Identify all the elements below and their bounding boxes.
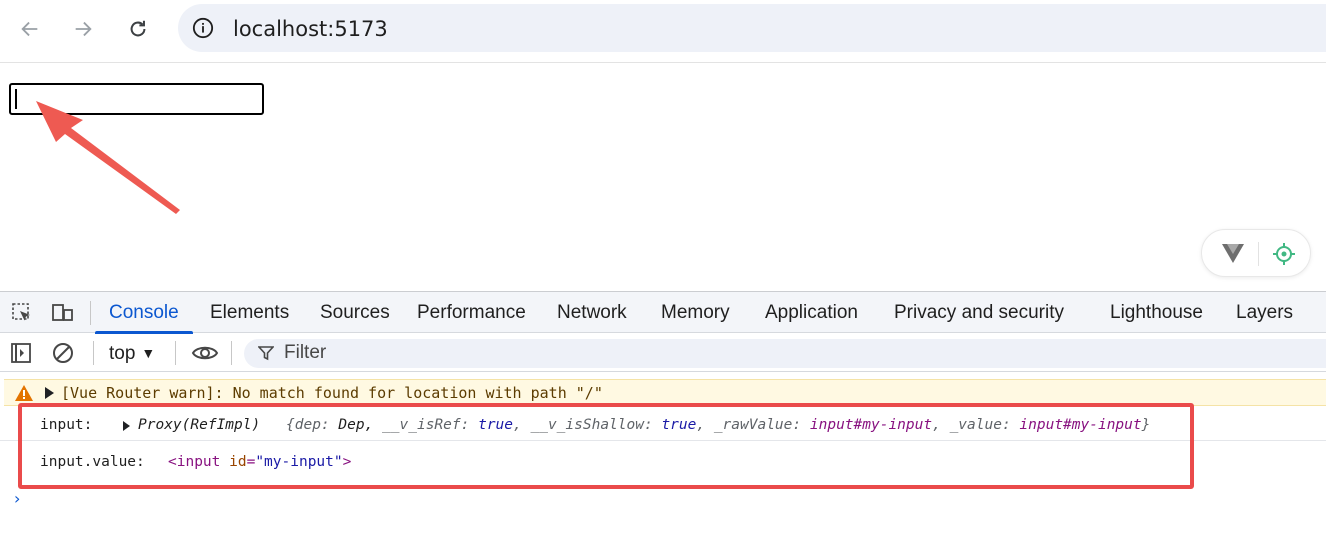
tab-privacy-and-security[interactable]: Privacy and security xyxy=(894,292,1064,333)
device-icon xyxy=(52,304,73,321)
address-bar[interactable]: localhost:5173 xyxy=(178,4,1326,52)
live-expression-button[interactable] xyxy=(191,341,219,365)
tab-application[interactable]: Application xyxy=(765,292,858,333)
sidebar-toggle-button[interactable] xyxy=(9,341,33,365)
toolbar-separator xyxy=(175,341,176,365)
clear-icon xyxy=(53,343,73,363)
crosshair-icon[interactable] xyxy=(1272,242,1296,266)
warning-message: [Vue Router warn]: No match found for lo… xyxy=(61,384,603,402)
device-toolbar-button[interactable] xyxy=(51,301,75,325)
vue-logo-icon xyxy=(1222,244,1244,263)
filter-placeholder: Filter xyxy=(284,342,327,363)
tab-console[interactable]: Console xyxy=(95,292,193,334)
tab-network[interactable]: Network xyxy=(557,292,627,333)
red-highlight-box xyxy=(18,403,1194,489)
context-selector[interactable]: top ▼ xyxy=(109,334,155,372)
inspect-icon xyxy=(12,303,30,321)
tab-memory[interactable]: Memory xyxy=(661,292,730,333)
pill-separator xyxy=(1258,242,1259,266)
context-label: top xyxy=(109,343,136,364)
console-warning-row[interactable]: [Vue Router warn]: No match found for lo… xyxy=(4,379,1326,406)
tab-layers[interactable]: Layers xyxy=(1236,292,1293,333)
toolbar-separator xyxy=(93,341,94,365)
warning-icon xyxy=(15,385,33,401)
tab-sources[interactable]: Sources xyxy=(320,292,390,333)
console-prompt[interactable]: › xyxy=(14,489,20,508)
url-text: localhost:5173 xyxy=(233,17,388,41)
clear-console-button[interactable] xyxy=(51,341,75,365)
inspect-element-button[interactable] xyxy=(10,301,34,325)
devtools-tab-bar: Console Elements Sources Performance Net… xyxy=(0,292,1326,334)
tab-separator xyxy=(90,301,91,325)
expand-triangle-icon[interactable] xyxy=(45,387,54,399)
tab-elements[interactable]: Elements xyxy=(210,292,289,333)
chevron-down-icon: ▼ xyxy=(141,345,156,361)
vue-devtools-button[interactable] xyxy=(1201,229,1311,277)
filter-icon xyxy=(258,346,274,361)
toolbar-separator xyxy=(231,341,232,365)
tab-performance[interactable]: Performance xyxy=(417,292,526,333)
eye-icon xyxy=(191,346,219,360)
console-toolbar: top ▼ Filter xyxy=(0,334,1326,372)
red-arrow-annotation xyxy=(36,101,180,214)
tab-lighthouse[interactable]: Lighthouse xyxy=(1110,292,1203,333)
filter-input[interactable]: Filter xyxy=(244,339,1326,368)
sidebar-icon xyxy=(11,343,31,363)
